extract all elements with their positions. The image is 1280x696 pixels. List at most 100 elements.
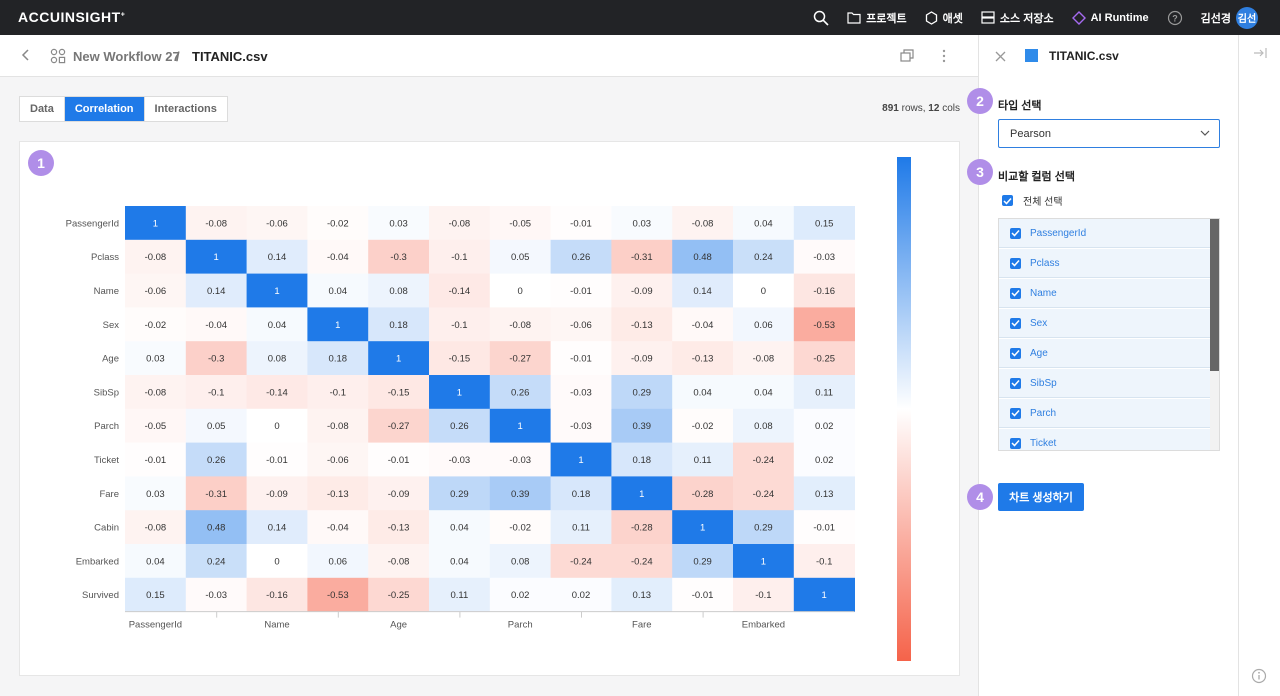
column-item[interactable]: Name (999, 279, 1210, 308)
correlation-type-select[interactable]: Pearson (998, 119, 1220, 148)
heatmap-cell-value: -0.27 (388, 421, 410, 432)
tab-data[interactable]: Data (20, 97, 65, 121)
heatmap-cell-value: 0 (274, 421, 279, 432)
scrollbar-track[interactable] (1210, 219, 1219, 450)
back-arrow-icon[interactable] (20, 48, 32, 67)
column-item[interactable]: Age (999, 339, 1210, 368)
heatmap-cell-value: -0.09 (631, 286, 653, 297)
heatmap-cell-value: 0.14 (693, 286, 712, 297)
nav-ai-runtime[interactable]: AI Runtime (1071, 10, 1149, 25)
nav-asset[interactable]: 애셋 (925, 10, 963, 26)
column-item-label: Parch (1030, 407, 1057, 419)
avatar: 김선 (1236, 6, 1258, 29)
heatmap-cell-value: 0.06 (754, 320, 773, 331)
x-tick-label: Fare (632, 620, 652, 631)
column-item[interactable]: Sex (999, 309, 1210, 338)
heatmap-cell-value: 0.14 (207, 286, 226, 297)
nav-project[interactable]: 프로젝트 (847, 10, 907, 26)
server-icon (981, 11, 995, 24)
heatmap-cell-value: -0.25 (388, 590, 410, 601)
chevron-down-icon (1200, 128, 1210, 140)
user-name: 김선경 (1200, 12, 1231, 25)
tab-interactions[interactable]: Interactions (145, 97, 227, 121)
checkbox-checked-icon (1010, 377, 1021, 389)
heatmap-cell-value: 0.48 (207, 523, 226, 534)
workflow-icon (50, 48, 66, 69)
column-item-label: Pclass (1030, 257, 1060, 269)
heatmap-cell-value: 0.39 (633, 421, 652, 432)
app-logo[interactable]: ACCUINSIGHT+ (18, 9, 125, 25)
heatmap-cell-value: -0.08 (753, 354, 775, 365)
heatmap-cell-value: 0.03 (146, 489, 165, 500)
heatmap-cell-value: -0.02 (145, 320, 167, 331)
help-icon[interactable]: ? (1167, 10, 1183, 26)
heatmap-cell-value: 0.05 (207, 421, 226, 432)
heatmap-cell-value: -0.08 (388, 556, 410, 567)
window-icon[interactable] (900, 49, 914, 67)
heatmap-cell-value: 0.13 (633, 590, 652, 601)
heatmap-cell-value: -0.08 (205, 218, 227, 229)
checkbox-checked-icon (1010, 347, 1021, 359)
scrollbar-thumb[interactable] (1210, 219, 1219, 371)
heatmap-cell-value: -0.05 (509, 218, 531, 229)
column-item[interactable]: Pclass (999, 249, 1210, 278)
select-all-checkbox[interactable]: 전체 선택 (1002, 193, 1063, 208)
heatmap-cell-value: -0.08 (145, 387, 167, 398)
heatmap-cell-value: 0.29 (450, 489, 469, 500)
heatmap-cell-value: -0.01 (570, 218, 592, 229)
close-icon[interactable] (995, 49, 1006, 67)
heatmap-cell-value: 0.26 (450, 421, 469, 432)
heatmap-cell-value: -0.05 (145, 421, 167, 432)
tab-correlation[interactable]: Correlation (64, 97, 145, 121)
y-tick-label: Pclass (91, 252, 119, 263)
column-item[interactable]: SibSp (999, 369, 1210, 398)
heatmap-cell-value: 0.08 (389, 286, 408, 297)
heatmap-cell-value: 0.02 (815, 455, 834, 466)
user-menu[interactable]: 김선경 김선 (1200, 6, 1258, 29)
column-list: PassengerId Pclass Name Sex Age SibSp Parch Tic… (998, 218, 1220, 451)
checkbox-checked-icon (1010, 257, 1021, 269)
heatmap-cell-value: -0.03 (509, 455, 531, 466)
svg-text:?: ? (1172, 13, 1178, 23)
heatmap-cell-value: -0.27 (509, 354, 531, 365)
heatmap-cell-value: 0.02 (511, 590, 530, 601)
heatmap-cell-value: 0.24 (754, 252, 773, 263)
info-icon[interactable] (1251, 668, 1267, 689)
heatmap-cell-value: -0.1 (330, 387, 346, 398)
heatmap-cell-value: -0.1 (451, 252, 467, 263)
heatmap-cell-value: 0.02 (572, 590, 591, 601)
heatmap-cell-value: 0.15 (815, 218, 834, 229)
heatmap-cell-value: -0.53 (327, 590, 349, 601)
checkbox-checked-icon (1010, 227, 1021, 239)
heatmap-cell-value: 0.14 (268, 252, 287, 263)
heatmap-cell-value: -0.03 (205, 590, 227, 601)
hexagon-icon (925, 10, 937, 25)
heatmap-cell-value: -0.03 (813, 252, 835, 263)
breadcrumb: New Workflow 27 / TITANIC.csv (0, 35, 978, 77)
nav-source-store[interactable]: 소스 저장소 (981, 10, 1054, 26)
checkbox-checked-icon (1010, 287, 1021, 299)
y-tick-label: Sex (103, 320, 120, 331)
heatmap-cell-value: -0.02 (692, 421, 714, 432)
column-item[interactable]: Parch (999, 399, 1210, 428)
heatmap-cell-value: 1 (396, 354, 401, 365)
column-item[interactable]: PassengerId (999, 219, 1210, 248)
heatmap-cell-value: 0.03 (146, 354, 165, 365)
heatmap-cell-value: 0.18 (633, 455, 652, 466)
heatmap-cell-value: -0.09 (388, 489, 410, 500)
heatmap-cell-value: 0.26 (572, 252, 591, 263)
step-badge-3: 3 (967, 159, 993, 185)
heatmap-cell-value: 0.18 (329, 354, 348, 365)
heatmap-cell-value: -0.53 (813, 320, 835, 331)
search-icon[interactable] (813, 10, 829, 26)
row-col-count: 891 rows, 12 cols (882, 103, 960, 114)
breadcrumb-workflow[interactable]: New Workflow 27 (73, 49, 180, 64)
heatmap-cell-value: 0.04 (329, 286, 348, 297)
heatmap-cell-value: 1 (761, 556, 766, 567)
create-chart-button[interactable]: 차트 생성하기 (998, 483, 1084, 511)
expand-panel-icon[interactable] (1253, 46, 1267, 64)
heatmap-cell-value: -0.08 (692, 218, 714, 229)
column-item[interactable]: Ticket (999, 429, 1210, 450)
more-vertical-icon[interactable] (941, 48, 947, 69)
breadcrumb-separator: / (176, 49, 180, 64)
